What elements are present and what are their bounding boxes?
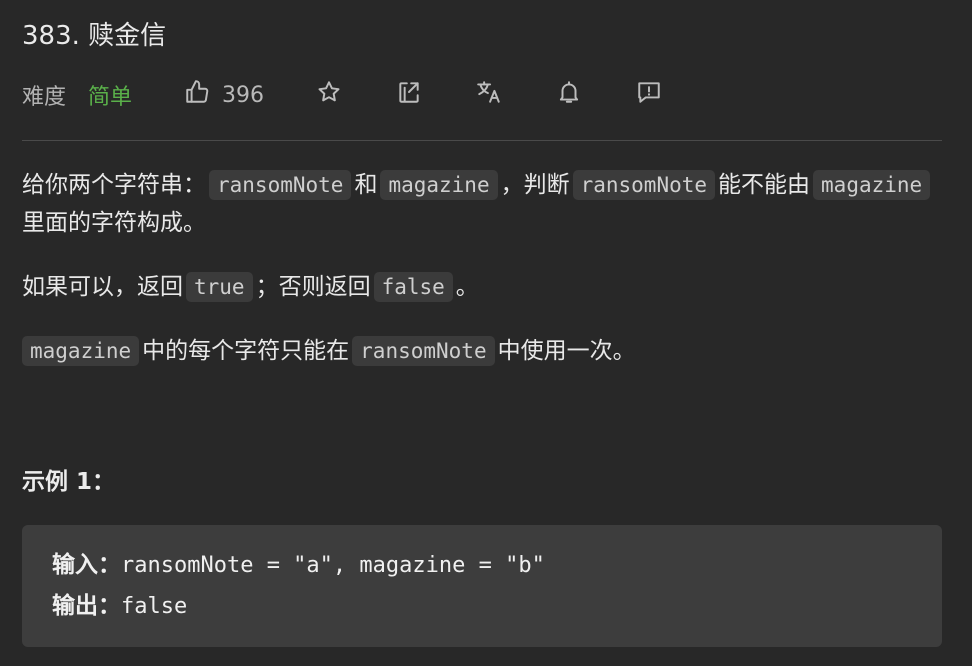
feedback-icon	[636, 79, 662, 111]
inline-code: magazine	[813, 170, 931, 200]
share-icon	[396, 79, 422, 111]
problem-page: 383. 赎金信 难度 简单 396 给你两个字符串： ransomNote 和…	[0, 0, 972, 666]
header-divider	[22, 140, 942, 141]
description-text: ，判断	[500, 172, 570, 198]
example-input-line: 输入：ransomNote = "a", magazine = "b"	[52, 545, 912, 586]
example-input-value: ransomNote = "a", magazine = "b"	[121, 553, 545, 578]
notify-button[interactable]	[556, 79, 582, 111]
example-input-label: 输入：	[52, 552, 121, 578]
feedback-button[interactable]	[636, 79, 662, 111]
difficulty-label: 难度	[22, 85, 67, 110]
inline-code: true	[186, 272, 253, 302]
example-block: 输入：ransomNote = "a", magazine = "b" 输出：f…	[22, 525, 942, 647]
description-paragraph: magazine 中的每个字符只能在 ransomNote 中使用一次。	[22, 332, 942, 370]
description-text: 和	[354, 172, 378, 198]
description-text: 中的每个字符只能在	[142, 338, 350, 364]
inline-code: magazine	[22, 336, 140, 366]
description-text: 。	[455, 274, 479, 300]
example-output-line: 输出：false	[52, 586, 912, 627]
description-text: 给你两个字符串：	[22, 172, 206, 198]
description-text: ；否则返回	[255, 274, 371, 300]
description-paragraph: 给你两个字符串： ransomNote 和 magazine ，判断 ransomNote…	[22, 166, 942, 242]
description-text: 里面的字符构成。	[22, 210, 206, 236]
inline-code: ransomNote	[572, 170, 716, 200]
share-button[interactable]	[396, 79, 422, 111]
star-icon	[316, 79, 342, 111]
description-text: 中使用一次。	[497, 338, 636, 364]
thumbs-up-icon	[184, 79, 210, 111]
like-count: 396	[222, 82, 265, 108]
description-paragraph: 如果可以，返回 true ；否则返回 false。	[22, 268, 942, 306]
inline-code: ransomNote	[352, 336, 495, 366]
example-output-label: 输出：	[52, 593, 121, 619]
inline-code: false	[373, 272, 453, 302]
translate-icon	[476, 79, 502, 111]
inline-code: magazine	[380, 170, 498, 200]
difficulty-badge: 简单	[88, 85, 133, 110]
bell-icon	[556, 79, 582, 111]
problem-meta-bar: 难度 简单 396	[22, 76, 662, 114]
description-text: 如果可以，返回	[22, 274, 183, 300]
inline-code: ransomNote	[209, 170, 352, 200]
favorite-button[interactable]	[316, 79, 342, 111]
example-title: 示例 1：	[22, 469, 116, 495]
problem-title: 383. 赎金信	[22, 21, 167, 51]
problem-description: 给你两个字符串： ransomNote 和 magazine ，判断 ransomNote…	[22, 166, 942, 396]
example-output-value: false	[121, 594, 188, 619]
like-button[interactable]: 396	[184, 79, 264, 111]
translate-button[interactable]	[476, 79, 502, 111]
description-text: 能不能由	[718, 172, 811, 198]
